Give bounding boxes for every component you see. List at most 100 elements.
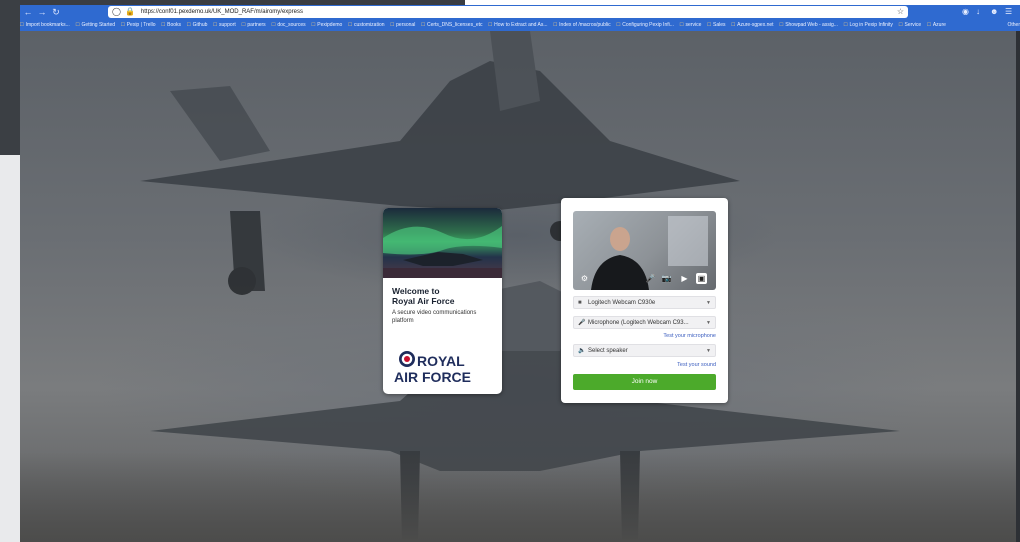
folder-icon: □ bbox=[731, 22, 736, 28]
microphone-icon[interactable]: 🎤 bbox=[645, 273, 656, 284]
chevron-down-icon: ▼ bbox=[706, 347, 711, 354]
pocket-icon[interactable]: ◉ bbox=[962, 6, 969, 18]
bookmark-label: Certs_DNS_licenses_etc bbox=[426, 22, 483, 28]
bookmark-label: Service bbox=[904, 22, 922, 28]
bookmark-label: Log in Pexip Infinity bbox=[849, 22, 893, 28]
bookmark-label: Showpad Web - assig... bbox=[785, 22, 838, 28]
bookmark-item[interactable]: □ Getting Started bbox=[76, 22, 115, 28]
reload-icon[interactable]: ↻ bbox=[50, 6, 62, 18]
microphone-small-icon: 🎤 bbox=[578, 320, 586, 326]
address-bar[interactable]: ◯ 🔒 https://conf01.pexdemo.uk/UK_MOD_RAF… bbox=[108, 6, 908, 18]
raf-logo-text-2: AIR FORCE bbox=[394, 369, 471, 385]
bookmark-item[interactable]: □ Sales bbox=[707, 22, 725, 28]
lock-icon[interactable]: 🔒 bbox=[125, 6, 135, 18]
background-window-dark-area bbox=[0, 0, 20, 155]
bookmark-item[interactable]: □ Import bookmarks... bbox=[20, 22, 70, 28]
aurora-jet-image bbox=[383, 208, 502, 278]
bookmark-label: Azure bbox=[932, 22, 946, 28]
bookmark-item[interactable]: □ partners bbox=[242, 22, 266, 28]
microphone-select-value: Microphone (Logitech Webcam C93... bbox=[588, 319, 689, 326]
welcome-title-line2: Royal Air Force bbox=[392, 296, 455, 306]
join-now-button[interactable]: Join now bbox=[573, 374, 716, 390]
welcome-title: Welcome to Royal Air Force bbox=[392, 286, 502, 306]
extensions-icon[interactable]: ☰ bbox=[1005, 6, 1012, 18]
bookmark-label: Pexipdemo bbox=[317, 22, 343, 28]
folder-icon: □ bbox=[271, 22, 276, 28]
bookmark-label: How to Extract and As... bbox=[494, 22, 548, 28]
bookmark-item[interactable]: □ Service bbox=[899, 22, 921, 28]
folder-icon: □ bbox=[75, 22, 80, 28]
folder-icon: □ bbox=[679, 22, 684, 28]
folder-icon: □ bbox=[213, 22, 218, 28]
bookmark-item[interactable]: □ How to Extract and As... bbox=[489, 22, 548, 28]
chevron-down-icon: ▼ bbox=[706, 299, 711, 306]
shield-icon[interactable]: ◯ bbox=[112, 6, 121, 18]
test-microphone-link[interactable]: Test your microphone bbox=[663, 333, 716, 339]
bookmark-item[interactable]: □ Index of /macros/public bbox=[554, 22, 611, 28]
window-edge bbox=[1016, 31, 1020, 542]
bookmark-item[interactable]: □ Pexipdemo bbox=[312, 22, 343, 28]
bookmark-item[interactable]: □ personal bbox=[391, 22, 416, 28]
camera-icon[interactable]: 📷 bbox=[661, 273, 672, 284]
bookmark-item[interactable]: □ customization bbox=[348, 22, 384, 28]
folder-icon: □ bbox=[187, 22, 191, 28]
camera-select[interactable]: ■ Logitech Webcam C930e ▼ bbox=[573, 296, 716, 309]
bookmark-label: Getting Started bbox=[81, 22, 116, 28]
camera-select-value: Logitech Webcam C930e bbox=[588, 299, 656, 306]
bookmark-item[interactable]: □ Github bbox=[187, 22, 207, 28]
bookmark-star-icon[interactable]: ☆ bbox=[897, 6, 904, 18]
folder-icon: □ bbox=[20, 22, 24, 28]
bookmark-item[interactable]: □ Log in Pexip Infinity bbox=[844, 22, 893, 28]
video-icon[interactable]: ▶ bbox=[679, 273, 690, 284]
bookmark-label: customization bbox=[353, 22, 385, 28]
folder-icon: □ bbox=[488, 22, 493, 28]
folder-icon: □ bbox=[241, 22, 246, 28]
bookmark-label: Books bbox=[167, 22, 182, 28]
test-sound-link[interactable]: Test your sound bbox=[677, 362, 716, 368]
bookmark-item[interactable]: □ Pexip | Trello bbox=[121, 22, 155, 28]
forward-icon[interactable]: → bbox=[36, 6, 48, 18]
bookmark-item[interactable]: □ Azure bbox=[927, 22, 946, 28]
settings-icon[interactable]: ⚙ bbox=[579, 273, 590, 284]
bookmark-item[interactable]: □ Azure-sgpex.net bbox=[732, 22, 774, 28]
bookmarks-bar: □ Import bookmarks... □ Getting Started □ Pex… bbox=[20, 20, 1020, 30]
speaker-select[interactable]: 🔈 Select speaker ▼ bbox=[573, 344, 716, 357]
folder-icon: □ bbox=[927, 22, 931, 28]
bookmark-item[interactable]: □ doc_sources bbox=[272, 22, 306, 28]
bookmark-label: service bbox=[685, 22, 702, 28]
bookmark-label: Pexip | Trello bbox=[126, 22, 156, 28]
bookmark-item[interactable]: □ service bbox=[680, 22, 701, 28]
folder-icon: □ bbox=[553, 22, 558, 28]
folder-icon: □ bbox=[121, 22, 125, 28]
self-view-video: ⚙ 🎤 📷 ▶ ▣ bbox=[573, 211, 716, 290]
speaker-select-value: Select speaker bbox=[588, 347, 628, 354]
bookmark-label: Sales bbox=[713, 22, 726, 28]
microphone-select[interactable]: 🎤 Microphone (Logitech Webcam C93... ▼ bbox=[573, 316, 716, 329]
download-icon[interactable]: ↓ bbox=[976, 6, 980, 18]
bookmark-item[interactable]: □ Configuring Pexip Infi... bbox=[617, 22, 674, 28]
speaker-icon: 🔈 bbox=[578, 348, 586, 354]
folder-icon: □ bbox=[898, 22, 903, 28]
welcome-title-line1: Welcome to bbox=[392, 286, 440, 296]
bookmark-item[interactable]: □ support bbox=[213, 22, 235, 28]
join-card: ⚙ 🎤 📷 ▶ ▣ ■ Logitech Webcam C930e ▼ 🎤 Mi… bbox=[561, 198, 728, 403]
raf-logo: ROYAL AIR FORCE bbox=[394, 350, 494, 386]
bookmark-label: Index of /macros/public bbox=[559, 22, 611, 28]
bookmark-label: doc_sources bbox=[277, 22, 306, 28]
folder-icon: □ bbox=[161, 22, 166, 28]
bookmark-label: Azure-sgpex.net bbox=[737, 22, 774, 28]
welcome-subtitle: A secure video communications platform bbox=[392, 310, 477, 324]
self-view-toggle-icon[interactable]: ▣ bbox=[696, 273, 707, 284]
account-icon[interactable]: ☻ bbox=[990, 6, 998, 18]
bookmark-item[interactable]: □ Certs_DNS_licenses_etc bbox=[421, 22, 482, 28]
back-icon[interactable]: ← bbox=[22, 6, 34, 18]
bookmark-item[interactable]: □ Books bbox=[162, 22, 182, 28]
bookmark-label: Github bbox=[192, 22, 208, 28]
url-text[interactable]: https://conf01.pexdemo.uk/UK_MOD_RAF/m/a… bbox=[141, 9, 303, 15]
page-background bbox=[20, 31, 1016, 542]
other-bookmarks[interactable]: Other bbox=[1007, 20, 1020, 30]
bookmark-item[interactable]: □ Showpad Web - assig... bbox=[780, 22, 838, 28]
raf-logo-text-1: ROYAL bbox=[417, 353, 465, 369]
bookmark-label: partners bbox=[247, 22, 266, 28]
folder-icon: □ bbox=[843, 22, 848, 28]
